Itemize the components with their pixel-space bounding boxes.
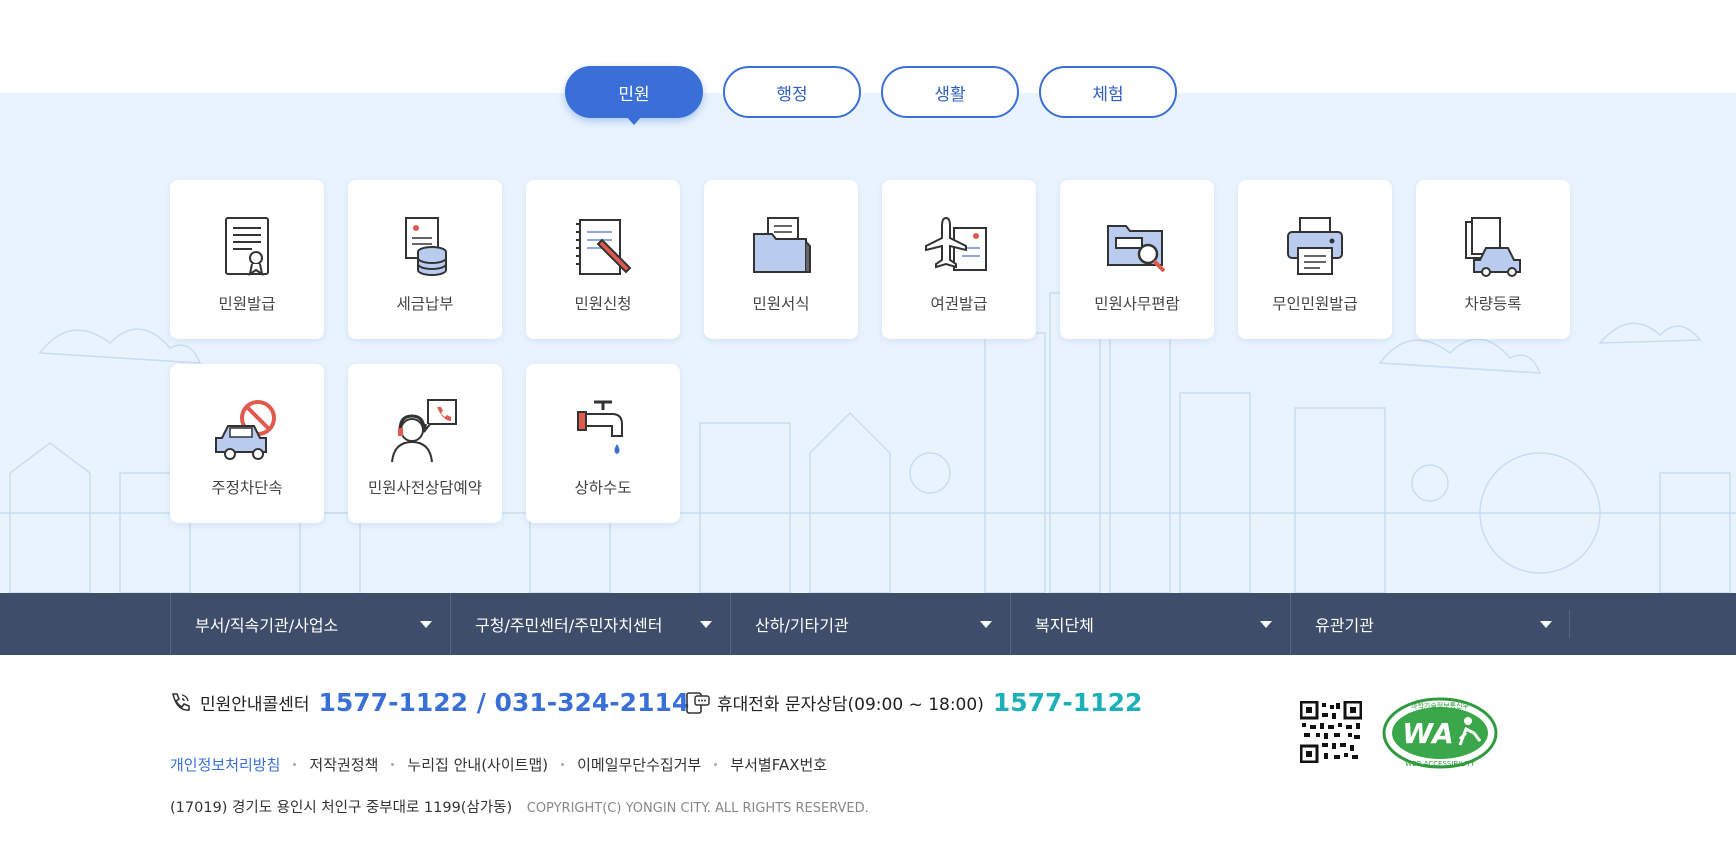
sitemap-link[interactable]: 누리집 안내(사이트맵)	[407, 754, 548, 775]
folder-magnifier-icon	[1107, 225, 1166, 273]
address-line: (17019) 경기도 용인시 처인구 중부대로 1199(삼가동) COPYR…	[170, 796, 869, 817]
service-card-civil-forms[interactable]: 민원서식	[704, 180, 858, 339]
dropdown-label: 부서/직속기관/사업소	[195, 616, 339, 635]
service-card-parking-enforcement[interactable]: 주정차단속	[170, 364, 324, 523]
dropdown-district-offices[interactable]: 구청/주민센터/주민자치센터	[450, 593, 730, 655]
service-card-kiosk-issuance[interactable]: 무인민원발급	[1238, 180, 1392, 339]
sms-number: 1577-1122	[992, 688, 1143, 717]
tab-saenghwal[interactable]: 생활	[881, 66, 1019, 118]
service-label: 민원발급	[218, 295, 276, 313]
car-document-icon	[1465, 217, 1521, 277]
tab-haengjeong[interactable]: 행정	[723, 66, 861, 118]
water-faucet-icon	[577, 400, 623, 454]
service-label: 주정차단속	[211, 479, 283, 497]
agency-navbar: 부서/직속기관/사업소 구청/주민센터/주민자치센터 산하/기타기관 복지단체 …	[0, 593, 1736, 655]
chevron-down-icon	[420, 621, 432, 628]
call-center-label: 민원안내콜센터	[200, 695, 310, 715]
dropdown-affiliated-agencies[interactable]: 산하/기타기관	[730, 593, 1010, 655]
service-label: 상하수도	[574, 479, 632, 497]
service-card-passport[interactable]: 여권발급	[882, 180, 1036, 339]
chevron-down-icon	[700, 621, 712, 628]
notebook-pen-icon	[576, 219, 632, 275]
privacy-policy-link[interactable]: 개인정보처리방침	[170, 754, 280, 775]
consultant-phone-icon	[391, 399, 457, 463]
chevron-down-icon	[1540, 621, 1552, 628]
tax-coins-icon	[405, 217, 447, 276]
service-card-water-sewage[interactable]: 상하수도	[526, 364, 680, 523]
service-label: 민원서식	[752, 295, 810, 313]
phone-icon	[171, 692, 190, 711]
separator-dot	[391, 763, 395, 766]
service-card-civil-issuance[interactable]: 민원발급	[170, 180, 324, 339]
dropdown-label: 유관기관	[1315, 616, 1374, 635]
service-label: 차량등록	[1464, 295, 1522, 313]
separator-dot	[293, 763, 297, 766]
dropdown-related-agencies[interactable]: 유관기관	[1290, 593, 1570, 655]
dropdown-label: 구청/주민센터/주민자치센터	[475, 616, 663, 635]
footer-links: 개인정보처리방침 저작권정책 누리집 안내(사이트맵) 이메일무단수집거부 부서…	[170, 754, 827, 775]
sms-label: 휴대전화 문자상담(09:00 ~ 18:00)	[717, 695, 984, 715]
mobile-message-icon	[686, 691, 710, 714]
dropdown-label: 산하/기타기관	[755, 616, 849, 635]
wa-mark-bottom-text: WEB ACCESSIBILITY	[1405, 760, 1475, 768]
call-center: 민원안내콜센터 1577-1122 / 031-324-2114	[168, 688, 689, 717]
service-label: 여권발급	[930, 295, 988, 313]
divider	[1569, 610, 1570, 638]
dropdown-label: 복지단체	[1035, 616, 1094, 635]
service-label: 민원사전상담예약	[367, 479, 483, 497]
no-parking-car-icon	[215, 400, 276, 460]
call-center-number: 1577-1122 / 031-324-2114	[318, 688, 690, 717]
wa-mark-top-text: 과학기술정보통신부	[1411, 701, 1470, 710]
dropdown-welfare-groups[interactable]: 복지단체	[1010, 593, 1290, 655]
folder-document-icon	[753, 217, 811, 273]
service-card-tax-payment[interactable]: 세금납부	[348, 180, 502, 339]
copyright-policy-link[interactable]: 저작권정책	[309, 754, 378, 775]
service-card-vehicle-registration[interactable]: 차량등록	[1416, 180, 1570, 339]
chevron-down-icon	[1260, 621, 1272, 628]
service-label: 민원신청	[574, 295, 632, 313]
dropdown-departments[interactable]: 부서/직속기관/사업소	[170, 593, 450, 655]
category-tabs: 민원 행정 생활 체험	[565, 66, 1177, 125]
separator-dot	[714, 763, 718, 766]
airplane-document-icon	[925, 216, 987, 271]
copyright: COPYRIGHT(C) YONGIN CITY. ALL RIGHTS RES…	[526, 801, 869, 816]
sms-consultation: 휴대전화 문자상담(09:00 ~ 18:00) 1577-1122	[685, 688, 1142, 717]
separator-dot	[561, 763, 565, 766]
qr-code-icon	[1300, 701, 1362, 763]
service-card-civil-application[interactable]: 민원신청	[526, 180, 680, 339]
service-label: 무인민원발급	[1272, 295, 1358, 313]
footer: 민원안내콜센터 1577-1122 / 031-324-2114 휴대전화 문자…	[0, 655, 1736, 857]
web-accessibility-mark-icon: 과학기술정보통신부 WA WEB ACCESSIBILITY	[1382, 697, 1498, 769]
service-card-consultation-booking[interactable]: 민원사전상담예약	[348, 364, 502, 523]
service-card-civil-manual[interactable]: 민원사무편람	[1060, 180, 1214, 339]
tab-minwon[interactable]: 민원	[565, 66, 703, 125]
printer-icon	[1287, 217, 1343, 275]
tab-cheheom[interactable]: 체험	[1039, 66, 1177, 118]
service-label: 민원사무편람	[1094, 295, 1180, 313]
certificate-document-icon	[225, 217, 269, 277]
fax-numbers-link[interactable]: 부서별FAX번호	[730, 754, 827, 775]
wa-mark-logo-text: WA	[1402, 717, 1454, 750]
email-refusal-link[interactable]: 이메일무단수집거부	[577, 754, 701, 775]
address: (17019) 경기도 용인시 처인구 중부대로 1199(삼가동)	[170, 800, 513, 816]
chevron-down-icon	[980, 621, 992, 628]
service-label: 세금납부	[396, 295, 454, 313]
